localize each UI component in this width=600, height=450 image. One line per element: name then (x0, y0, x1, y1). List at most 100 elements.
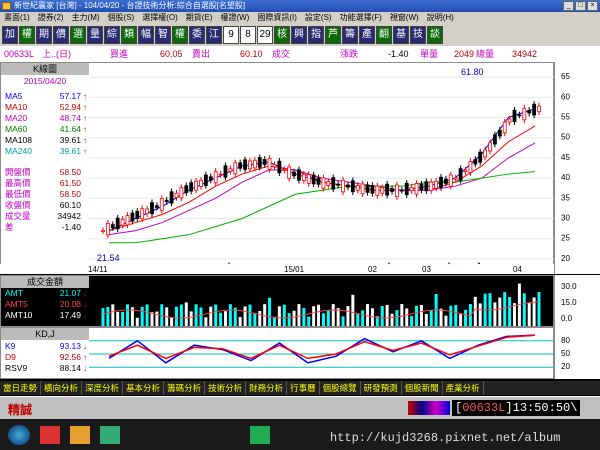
volume-bar (155, 311, 159, 326)
candle-body (140, 208, 145, 220)
toolbar-button[interactable]: 翻 (376, 26, 392, 44)
candle-body (522, 107, 527, 121)
toolbar-button[interactable]: 技 (410, 26, 426, 44)
menu-item[interactable]: 功能選擇(F) (336, 12, 386, 24)
volume-bar (385, 304, 389, 326)
taskbar-browser-icon[interactable] (100, 426, 120, 444)
toolbar-button[interactable]: 委 (189, 26, 205, 44)
candle-body (365, 184, 370, 193)
menu-item[interactable]: 期貨(E) (182, 12, 217, 24)
volume-bar (277, 306, 281, 326)
toolbar-button[interactable]: 9 (223, 26, 239, 44)
menu-item[interactable]: 主力(M) (68, 12, 104, 24)
taskbar-folder-icon[interactable] (70, 426, 90, 444)
menu-item[interactable]: 證券(2) (34, 12, 68, 24)
volume-bar (302, 307, 306, 326)
candle-body (537, 105, 541, 113)
analysis-tab[interactable]: 個股總覽 (320, 381, 361, 395)
analysis-tab[interactable]: 深度分析 (82, 381, 124, 395)
toolbar-button[interactable]: 8 (240, 26, 256, 44)
ohlc-row: 成交量 34942 (3, 211, 87, 222)
menu-item[interactable]: 畫面(1) (0, 12, 34, 24)
legend-row: K9 93.13 ↓ (3, 341, 87, 352)
ohlc-label: 成交量 (5, 211, 31, 221)
toolbar-button[interactable]: 類 (121, 26, 137, 44)
toolbar-button[interactable]: 指 (308, 26, 324, 44)
analysis-tab[interactable]: 個股新聞 (402, 381, 443, 395)
candle-body (233, 162, 238, 175)
toolbar-button[interactable]: 權 (172, 26, 188, 44)
legend-row: AMT 21.07 ↓ (3, 288, 87, 299)
toolbar-button[interactable]: 產 (359, 26, 375, 44)
volume-bar (101, 308, 105, 326)
legend-value: 17.49 (59, 310, 81, 320)
menu-item[interactable]: 國際資訊(I) (253, 12, 301, 24)
menu-item[interactable]: 權證(W) (216, 12, 253, 24)
volume-bar (125, 304, 129, 326)
volume-bar (116, 312, 120, 326)
analysis-tab[interactable]: 基本分析 (123, 381, 165, 395)
y-tick-label: 30 (561, 214, 570, 223)
toolbar-button[interactable]: 量 (87, 26, 103, 44)
candle-body (468, 160, 473, 174)
volume-chart[interactable] (89, 276, 555, 328)
toolbar-button[interactable]: 幅 (138, 26, 154, 44)
analysis-tab[interactable]: 研發預測 (361, 381, 402, 395)
kd-chart[interactable] (89, 328, 555, 380)
toolbar-button[interactable]: 價 (53, 26, 69, 44)
toolbar-button[interactable]: 智 (155, 26, 171, 44)
candle-body (154, 205, 159, 208)
analysis-tab[interactable]: 財務分析 (246, 381, 288, 395)
toolbar-button[interactable]: 29 (257, 26, 273, 44)
toolbar-button[interactable]: 江 (206, 26, 222, 44)
volume-bar (209, 306, 213, 326)
analysis-tab[interactable]: 籌碼分析 (164, 381, 206, 395)
maximize-icon[interactable]: □ (575, 1, 586, 11)
volume-bar (503, 292, 507, 326)
start-icon[interactable] (8, 425, 30, 445)
menu-item[interactable]: 個股(S) (104, 12, 139, 24)
toolbar-button[interactable]: 談 (427, 26, 443, 44)
menu-item[interactable]: 選擇權(O) (138, 12, 182, 24)
ohlc-label: 收盤價 (5, 200, 31, 210)
taskbar-app-icon[interactable] (40, 426, 60, 444)
analysis-tab[interactable]: 技術分析 (205, 381, 247, 395)
menu-item[interactable]: 說明(H) (423, 12, 458, 24)
status-indicator-icon (408, 401, 450, 415)
legend-arrow: ↑ (83, 114, 87, 123)
kline-chart[interactable]: 61.80 21.54 (89, 63, 555, 275)
legend-label: MA108 (5, 135, 32, 145)
volume-bar (341, 316, 345, 326)
legend-row: RSV9 88.14 ↓ (3, 363, 87, 374)
y-tick-label: 20 (561, 362, 570, 371)
analysis-tab[interactable]: 當日走勢 (0, 381, 42, 395)
toolbar-button[interactable]: 綜 (104, 26, 120, 44)
minimize-icon[interactable]: _ (563, 1, 574, 11)
candle-body (282, 169, 287, 171)
menu-item[interactable]: 設定(S) (301, 12, 336, 24)
toolbar-button[interactable]: 核 (274, 26, 290, 44)
toolbar-button[interactable]: 芦 (325, 26, 341, 44)
stock-code[interactable]: 00633L (4, 46, 34, 62)
analysis-tab[interactable]: 行事曆 (287, 381, 320, 395)
candle-body (512, 109, 517, 123)
ohlc-value: 61.50 (59, 178, 81, 188)
candle-body (360, 183, 365, 195)
toolbar-button[interactable]: 期 (36, 26, 52, 44)
toolbar-button[interactable]: 選 (70, 26, 86, 44)
toolbar-button[interactable]: 興 (291, 26, 307, 44)
toolbar-button[interactable]: 加 (2, 26, 18, 44)
close-icon[interactable]: × (587, 1, 598, 11)
x-tick-label: 04 (513, 265, 522, 274)
x-tick-label: 02 (368, 265, 377, 274)
toolbar-button[interactable]: 權 (19, 26, 35, 44)
toolbar-button[interactable]: 基 (393, 26, 409, 44)
taskbar-n-icon[interactable] (250, 426, 270, 444)
candle-body (419, 183, 424, 191)
analysis-tab[interactable]: 橫向分析 (41, 381, 83, 395)
volume-bar (199, 307, 203, 326)
menu-item[interactable]: 視窗(W) (386, 12, 423, 24)
analysis-tab[interactable]: 產業分析 (443, 381, 484, 395)
toolbar-button[interactable]: 籌 (342, 26, 358, 44)
volume-y-axis: 30.0 15.0 0.0 (554, 275, 600, 327)
